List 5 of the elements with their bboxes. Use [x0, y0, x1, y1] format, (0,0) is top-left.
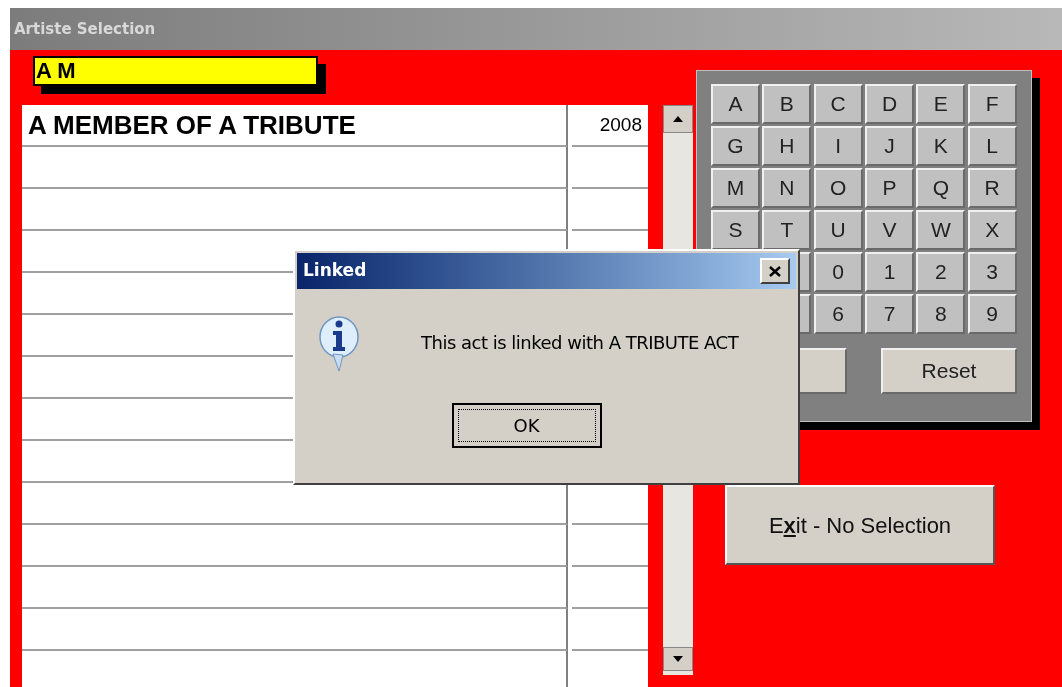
dialog-title: Linked — [303, 259, 367, 283]
window-title: Artiste Selection — [14, 18, 156, 40]
name-cell: A MEMBER OF A TRIBUTE — [22, 105, 568, 147]
year-cell: 2008 — [572, 105, 648, 147]
dialog-message: This act is linked with A TRIBUTE ACT — [421, 330, 739, 355]
